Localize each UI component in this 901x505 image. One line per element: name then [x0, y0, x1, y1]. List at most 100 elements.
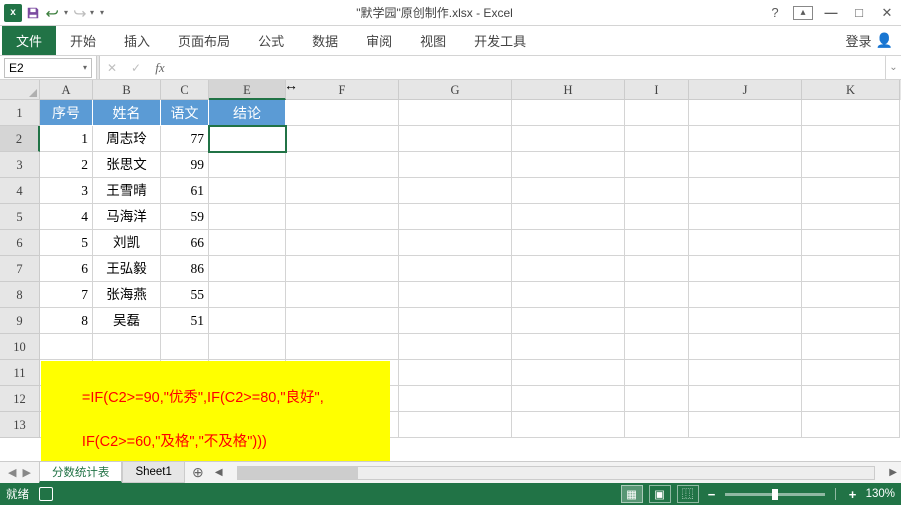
row-header[interactable]: 12	[0, 386, 40, 412]
cell[interactable]	[512, 308, 625, 334]
cell[interactable]: 2	[40, 152, 93, 178]
ribbon-tab-layout[interactable]: 页面布局	[164, 26, 244, 55]
cell[interactable]	[209, 230, 286, 256]
signin-area[interactable]: 登录 👤	[846, 26, 901, 55]
macro-record-icon[interactable]	[39, 487, 53, 501]
cell[interactable]	[209, 152, 286, 178]
cell[interactable]: 55	[161, 282, 209, 308]
row-header[interactable]: 5	[0, 204, 40, 230]
cell[interactable]	[689, 126, 802, 152]
cell[interactable]	[512, 386, 625, 412]
cell[interactable]: 马海洋	[93, 204, 161, 230]
col-header-i[interactable]: I	[625, 80, 689, 100]
formula-input[interactable]	[172, 56, 885, 79]
horizontal-scrollbar[interactable]: ◀ ▶	[211, 462, 901, 483]
cell[interactable]: 王雪晴	[93, 178, 161, 204]
cell[interactable]	[689, 204, 802, 230]
cell[interactable]	[512, 360, 625, 386]
col-header-e[interactable]: E	[209, 80, 286, 100]
cell[interactable]	[399, 308, 512, 334]
cell[interactable]	[802, 126, 900, 152]
cell[interactable]	[286, 334, 399, 360]
cell[interactable]	[512, 204, 625, 230]
cell[interactable]	[286, 256, 399, 282]
cell[interactable]: 刘凯	[93, 230, 161, 256]
col-header-j[interactable]: J	[689, 80, 802, 100]
scroll-thumb[interactable]	[238, 467, 358, 479]
cell[interactable]	[209, 308, 286, 334]
sheet-tab-other[interactable]: Sheet1	[122, 462, 184, 483]
cell[interactable]	[802, 100, 900, 126]
cell[interactable]: 59	[161, 204, 209, 230]
col-header-f[interactable]: F	[286, 80, 399, 100]
cell[interactable]: 77	[161, 126, 209, 152]
cell[interactable]	[399, 152, 512, 178]
row-header[interactable]: 9	[0, 308, 40, 334]
cell[interactable]	[625, 282, 689, 308]
cell[interactable]	[512, 178, 625, 204]
row-header[interactable]: 8	[0, 282, 40, 308]
cell[interactable]: 张海燕	[93, 282, 161, 308]
cell[interactable]	[286, 282, 399, 308]
ribbon-tab-insert[interactable]: 插入	[110, 26, 164, 55]
view-page-break-icon[interactable]: ⿲	[677, 485, 699, 503]
cell[interactable]	[802, 152, 900, 178]
cell[interactable]	[399, 282, 512, 308]
ribbon-tab-home[interactable]: 开始	[56, 26, 110, 55]
cell[interactable]	[802, 308, 900, 334]
cell[interactable]	[802, 386, 900, 412]
cell[interactable]	[625, 126, 689, 152]
row-header[interactable]: 7	[0, 256, 40, 282]
zoom-out-icon[interactable]: −	[705, 487, 719, 502]
cell[interactable]	[399, 386, 512, 412]
cell[interactable]	[161, 334, 209, 360]
cell[interactable]: 4	[40, 204, 93, 230]
cell[interactable]	[209, 282, 286, 308]
cell[interactable]: 张思文	[93, 152, 161, 178]
row-header[interactable]: 13	[0, 412, 40, 438]
cell[interactable]: 吴磊	[93, 308, 161, 334]
cell[interactable]	[286, 178, 399, 204]
cell-header[interactable]: 结论	[209, 100, 286, 126]
cell[interactable]	[399, 256, 512, 282]
cell[interactable]	[625, 308, 689, 334]
cell[interactable]	[689, 100, 802, 126]
sheet-tab-active[interactable]: 分数统计表	[39, 462, 123, 483]
cell[interactable]	[625, 256, 689, 282]
col-header-b[interactable]: B	[93, 80, 161, 100]
col-header-h[interactable]: H	[512, 80, 625, 100]
cell[interactable]	[689, 256, 802, 282]
cell[interactable]	[209, 334, 286, 360]
zoom-in-icon[interactable]: +	[846, 487, 860, 502]
name-box-dropdown-icon[interactable]: ▾	[83, 63, 87, 72]
cell[interactable]: 8	[40, 308, 93, 334]
cell[interactable]	[802, 230, 900, 256]
select-all-cell[interactable]	[0, 80, 40, 100]
cell[interactable]	[625, 178, 689, 204]
ribbon-tab-developer[interactable]: 开发工具	[460, 26, 540, 55]
ribbon-tab-data[interactable]: 数据	[298, 26, 352, 55]
col-header-g[interactable]: G	[399, 80, 512, 100]
cell[interactable]	[625, 152, 689, 178]
cell-header[interactable]: 语文	[161, 100, 209, 126]
cell[interactable]	[625, 230, 689, 256]
cell[interactable]	[399, 126, 512, 152]
cell[interactable]	[399, 360, 512, 386]
minimize-icon[interactable]: —	[821, 5, 841, 20]
sheet-add-icon[interactable]: ⊕	[185, 462, 211, 483]
cell[interactable]: 7	[40, 282, 93, 308]
undo-icon[interactable]	[44, 4, 62, 22]
cell[interactable]	[802, 178, 900, 204]
cell[interactable]	[625, 100, 689, 126]
redo-dropdown-icon[interactable]: ▾	[90, 8, 94, 17]
cell[interactable]	[689, 230, 802, 256]
ribbon-options-icon[interactable]: ▴	[793, 6, 813, 20]
cell[interactable]	[802, 256, 900, 282]
cell[interactable]	[399, 100, 512, 126]
cell-header[interactable]: 姓名	[93, 100, 161, 126]
col-header-k[interactable]: K	[802, 80, 900, 100]
row-header[interactable]: 10	[0, 334, 40, 360]
cell[interactable]	[399, 412, 512, 438]
cell[interactable]	[399, 204, 512, 230]
cell[interactable]	[625, 334, 689, 360]
